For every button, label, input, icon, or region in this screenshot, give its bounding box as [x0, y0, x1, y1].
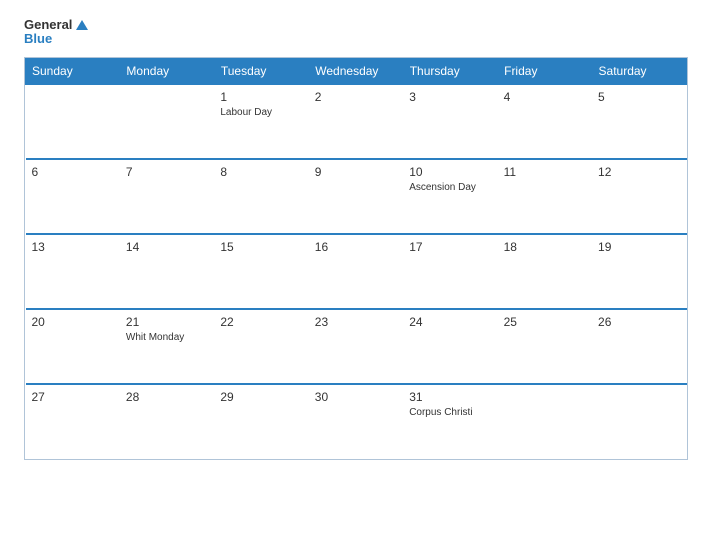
calendar-cell: 9 [309, 159, 403, 234]
calendar-cell: 7 [120, 159, 214, 234]
weekday-header-cell: Thursday [403, 58, 497, 84]
day-number: 19 [598, 240, 680, 254]
logo: General Blue [24, 18, 88, 47]
calendar-cell: 6 [26, 159, 120, 234]
holiday-label: Labour Day [220, 106, 302, 119]
day-number: 3 [409, 90, 491, 104]
calendar-cell: 3 [403, 84, 497, 159]
day-number: 8 [220, 165, 302, 179]
day-number: 4 [504, 90, 586, 104]
holiday-label: Whit Monday [126, 331, 208, 344]
day-number: 21 [126, 315, 208, 329]
day-number: 28 [126, 390, 208, 404]
calendar-week-row: 27 28 29 30 31 Corpus Christi [26, 384, 687, 459]
day-number: 5 [598, 90, 680, 104]
day-number: 18 [504, 240, 586, 254]
day-number: 10 [409, 165, 491, 179]
day-number: 15 [220, 240, 302, 254]
holiday-label: Ascension Day [409, 181, 491, 194]
calendar-cell: 31 Corpus Christi [403, 384, 497, 459]
day-number: 24 [409, 315, 491, 329]
calendar-cell: 25 [498, 309, 592, 384]
day-number: 13 [32, 240, 114, 254]
day-number: 30 [315, 390, 397, 404]
calendar-table: SundayMondayTuesdayWednesdayThursdayFrid… [25, 58, 687, 459]
weekday-header-cell: Wednesday [309, 58, 403, 84]
calendar-cell: 27 [26, 384, 120, 459]
calendar-cell [592, 384, 686, 459]
calendar-body: 1Labour Day2345678910Ascension Day111213… [26, 84, 687, 459]
logo-triangle-icon [76, 20, 88, 30]
day-number: 26 [598, 315, 680, 329]
header: General Blue [24, 18, 688, 47]
day-number: 27 [32, 390, 114, 404]
calendar-page: General Blue SundayMondayTuesdayWednesda… [0, 0, 712, 550]
day-number: 20 [32, 315, 114, 329]
day-number: 25 [504, 315, 586, 329]
calendar-cell [498, 384, 592, 459]
calendar-cell: 4 [498, 84, 592, 159]
logo-blue-text: Blue [24, 32, 52, 46]
day-number: 23 [315, 315, 397, 329]
calendar-cell: 13 [26, 234, 120, 309]
calendar-cell: 18 [498, 234, 592, 309]
weekday-header-cell: Saturday [592, 58, 686, 84]
calendar-cell: 28 [120, 384, 214, 459]
holiday-label: Corpus Christi [409, 406, 491, 419]
calendar-week-row: 13 14 15 16 17 18 19 [26, 234, 687, 309]
day-number: 6 [32, 165, 114, 179]
calendar-cell: 14 [120, 234, 214, 309]
weekday-header-cell: Tuesday [214, 58, 308, 84]
calendar-cell: 10 Ascension Day [403, 159, 497, 234]
day-number: 2 [315, 90, 397, 104]
day-number: 16 [315, 240, 397, 254]
day-number: 7 [126, 165, 208, 179]
day-number: 31 [409, 390, 491, 404]
calendar-week-row: 1 Labour Day 2345 [26, 84, 687, 159]
day-number: 12 [598, 165, 680, 179]
day-number: 22 [220, 315, 302, 329]
weekday-header-cell: Monday [120, 58, 214, 84]
day-number: 29 [220, 390, 302, 404]
calendar-cell: 15 [214, 234, 308, 309]
calendar-header: SundayMondayTuesdayWednesdayThursdayFrid… [26, 58, 687, 84]
weekday-header-cell: Friday [498, 58, 592, 84]
calendar-cell: 30 [309, 384, 403, 459]
calendar-cell: 8 [214, 159, 308, 234]
calendar-cell: 24 [403, 309, 497, 384]
day-number: 17 [409, 240, 491, 254]
calendar-cell: 12 [592, 159, 686, 234]
day-number: 14 [126, 240, 208, 254]
calendar-cell: 23 [309, 309, 403, 384]
logo-general-text: General [24, 18, 72, 32]
calendar-cell: 1 Labour Day [214, 84, 308, 159]
weekday-header-row: SundayMondayTuesdayWednesdayThursdayFrid… [26, 58, 687, 84]
calendar-cell: 17 [403, 234, 497, 309]
day-number: 9 [315, 165, 397, 179]
calendar-cell: 29 [214, 384, 308, 459]
calendar-cell: 2 [309, 84, 403, 159]
day-number: 11 [504, 165, 586, 179]
calendar-cell: 5 [592, 84, 686, 159]
calendar-cell: 20 [26, 309, 120, 384]
calendar-cell: 26 [592, 309, 686, 384]
calendar-week-row: 6789 10 Ascension Day 11 12 [26, 159, 687, 234]
calendar-cell: 11 [498, 159, 592, 234]
calendar-week-row: 20 21 Whit Monday 22 23 24 25 26 [26, 309, 687, 384]
calendar-cell: 21 Whit Monday [120, 309, 214, 384]
calendar-cell [120, 84, 214, 159]
calendar-cell: 22 [214, 309, 308, 384]
calendar-cell: 19 [592, 234, 686, 309]
day-number: 1 [220, 90, 302, 104]
calendar-wrapper: SundayMondayTuesdayWednesdayThursdayFrid… [24, 57, 688, 460]
calendar-cell: 16 [309, 234, 403, 309]
calendar-cell [26, 84, 120, 159]
weekday-header-cell: Sunday [26, 58, 120, 84]
